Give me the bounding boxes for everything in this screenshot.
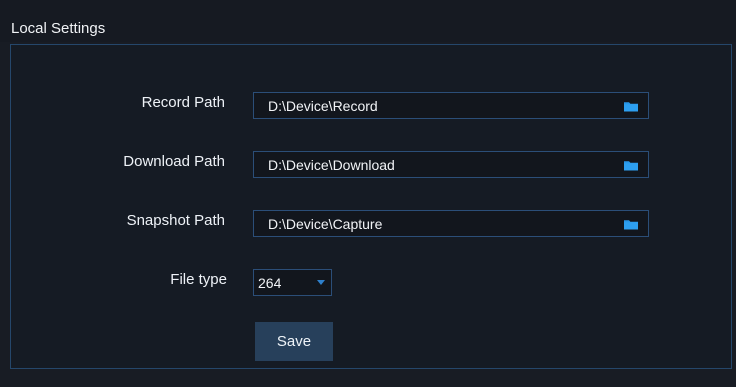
page-header: Local Settings [0, 0, 736, 42]
snapshot-path-label: Snapshot Path [126, 212, 225, 229]
file-type-selected-value: 264 [258, 275, 282, 291]
download-path-value: D:\Device\Download [268, 157, 395, 173]
local-settings-page: Local Settings Record Path D:\Device\Rec… [0, 0, 736, 387]
folder-icon [624, 220, 638, 230]
download-path-field[interactable]: D:\Device\Download [253, 151, 649, 178]
record-path-folder-button[interactable] [623, 99, 639, 113]
file-type-label: File type [170, 271, 227, 288]
download-path-label: Download Path [123, 153, 225, 170]
folder-icon [624, 102, 638, 112]
snapshot-path-field[interactable]: D:\Device\Capture [253, 210, 649, 237]
page-title: Local Settings [11, 20, 106, 37]
file-type-select[interactable]: 264 [253, 269, 332, 296]
record-path-label: Record Path [141, 94, 225, 111]
folder-icon [624, 161, 638, 171]
snapshot-path-value: D:\Device\Capture [268, 216, 383, 232]
download-path-folder-button[interactable] [623, 158, 639, 172]
record-path-field[interactable]: D:\Device\Record [253, 92, 649, 119]
save-button[interactable]: Save [255, 322, 333, 361]
snapshot-path-folder-button[interactable] [623, 217, 639, 231]
chevron-down-icon [317, 280, 325, 285]
record-path-value: D:\Device\Record [268, 98, 378, 114]
